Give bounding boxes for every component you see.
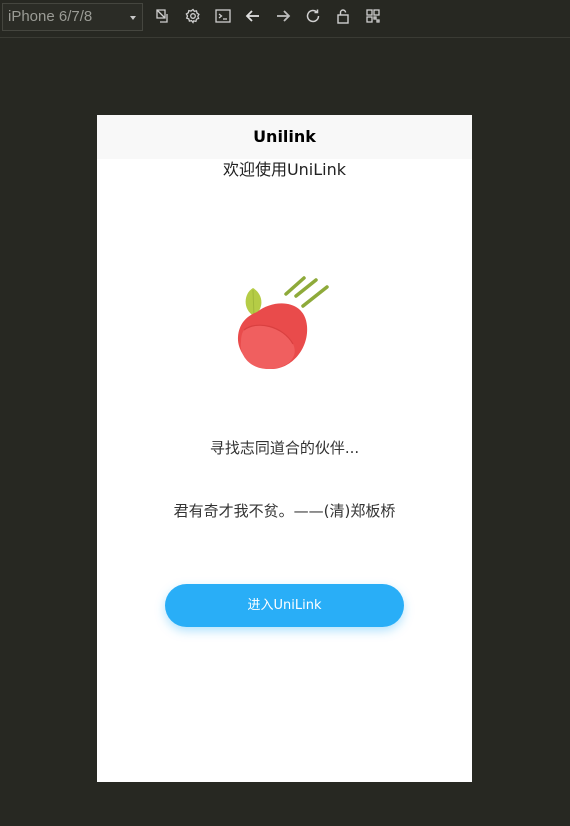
qrcode-icon[interactable] xyxy=(364,7,382,25)
refresh-icon[interactable] xyxy=(304,7,322,25)
navigation-bar: Unilink xyxy=(97,115,472,159)
unlock-icon[interactable] xyxy=(334,7,352,25)
rotate-icon[interactable] xyxy=(154,7,172,25)
forward-arrow-icon[interactable] xyxy=(274,7,292,25)
quote-text: 君有奇才我不贫。——(清)郑板桥 xyxy=(173,502,396,520)
simulator-toolbar: iPhone 6/7/8 xyxy=(0,0,570,38)
device-select-value: iPhone 6/7/8 xyxy=(8,8,93,25)
settings-icon[interactable] xyxy=(184,7,202,25)
slogan-text: 寻找志同道合的伙伴... xyxy=(209,439,360,457)
apple-icon xyxy=(235,270,335,375)
enter-unilink-button[interactable]: 进入UniLink xyxy=(165,584,404,627)
back-arrow-icon[interactable] xyxy=(244,7,262,25)
device-select[interactable]: iPhone 6/7/8 xyxy=(2,3,143,31)
page-title: Unilink xyxy=(253,127,316,146)
caret-down-icon xyxy=(130,16,136,20)
console-icon[interactable] xyxy=(214,7,232,25)
phone-screen: Unilink 欢迎使用UniLink 寻找志同道合的伙伴... 君有奇才我不贫… xyxy=(97,115,472,782)
welcome-text: 欢迎使用UniLink xyxy=(222,160,347,179)
